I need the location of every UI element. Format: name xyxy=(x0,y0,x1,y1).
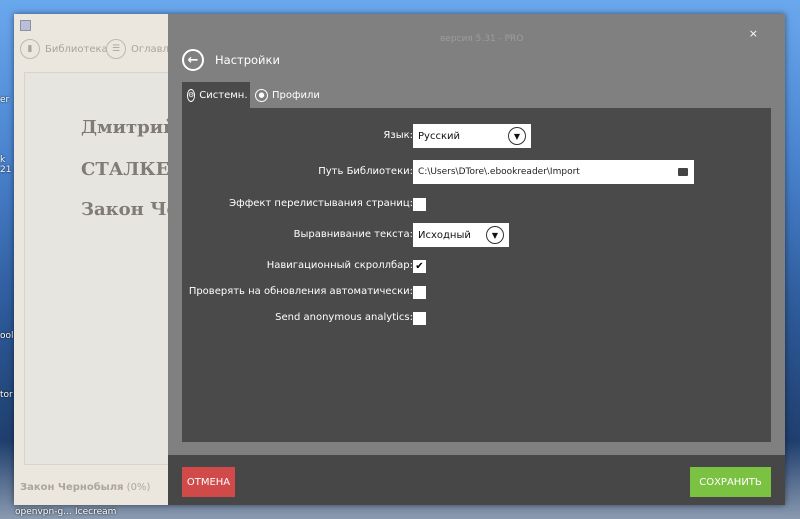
library-button[interactable]: ▮ Библиотека xyxy=(20,39,108,59)
reader-pane: ▮ Библиотека ☰ Оглавлен Дмитрий СТАЛКЕ Зак… xyxy=(14,14,182,505)
desktop-label: ool xyxy=(0,331,14,341)
library-path-input[interactable]: C:\Users\DTore\.ebookreader\Import xyxy=(413,160,694,184)
auto-update-checkbox[interactable] xyxy=(413,286,426,299)
analytics-label: Send anonymous analytics: xyxy=(275,312,413,323)
analytics-checkbox[interactable] xyxy=(413,312,426,325)
text-align-label: Выравнивание текста: xyxy=(293,229,413,240)
tab-system[interactable]: ⚙ Системн. xyxy=(182,82,250,108)
list-icon: ☰ xyxy=(106,39,126,59)
book-page[interactable]: Дмитрий СТАЛКЕ Закон Чер xyxy=(24,72,168,465)
book-icon: ▮ xyxy=(20,39,40,59)
app-icon xyxy=(20,20,31,31)
user-icon: ● xyxy=(255,88,268,102)
desktop-label: tor xyxy=(0,390,13,400)
desktop-label: 21 xyxy=(0,165,12,175)
library-path-value: C:\Users\DTore\.ebookreader\Import xyxy=(418,167,580,177)
tab-label: Системн. xyxy=(199,89,248,101)
text-align-value: Исходный xyxy=(418,229,471,241)
library-label: Библиотека xyxy=(45,43,108,55)
close-button[interactable]: × xyxy=(749,27,758,40)
chevron-down-icon: ▼ xyxy=(508,127,526,145)
tab-profiles[interactable]: ● Профили xyxy=(250,82,325,108)
desktop-icon-openvpn[interactable]: openvpn-g... xyxy=(15,507,72,517)
desktop-label: er xyxy=(0,95,10,105)
page-series: СТАЛКЕ xyxy=(81,159,168,180)
text-align-select[interactable]: Исходный ▼ xyxy=(413,223,509,247)
book-title: Закон Чернобыля xyxy=(20,482,124,493)
folder-icon[interactable] xyxy=(678,168,688,176)
nav-scrollbar-checkbox[interactable]: ✔ xyxy=(413,260,426,273)
desktop-icon-icecream[interactable]: Icecream xyxy=(75,507,116,517)
library-path-label: Путь Библиотеки: xyxy=(318,166,413,177)
dialog-footer: ОТМЕНА СОХРАНИТЬ xyxy=(168,455,785,505)
desktop-label: k xyxy=(0,155,6,165)
language-select[interactable]: Русский ▼ xyxy=(413,124,531,148)
tab-label: Профили xyxy=(272,89,320,101)
page-title: Закон Чер xyxy=(81,199,168,220)
cancel-button[interactable]: ОТМЕНА xyxy=(182,467,235,497)
auto-update-label: Проверять на обновления автоматически: xyxy=(188,286,413,297)
language-value: Русский xyxy=(418,130,460,142)
settings-dialog: версия 5.31 - PRO × ← Настройки ⚙ Системн… xyxy=(168,14,785,505)
language-label: Язык: xyxy=(383,130,413,141)
settings-panel: Язык: Русский ▼ Путь Библиотеки: C:\Users… xyxy=(182,108,771,442)
version-label: версия 5.31 - PRO xyxy=(440,34,524,44)
book-status: Закон Чернобыля (0%) xyxy=(20,482,150,493)
app-window: ▮ Библиотека ☰ Оглавлен Дмитрий СТАЛКЕ Зак… xyxy=(14,14,785,505)
page-flip-label: Эффект перелистывания страниц: xyxy=(229,198,413,209)
save-button[interactable]: СОХРАНИТЬ xyxy=(690,467,771,497)
page-author: Дмитрий xyxy=(81,117,168,138)
nav-scrollbar-label: Навигационный скроллбар: xyxy=(266,260,413,271)
gears-icon: ⚙ xyxy=(187,88,196,102)
book-progress: (0%) xyxy=(126,482,151,493)
page-flip-checkbox[interactable] xyxy=(413,198,426,211)
chevron-down-icon: ▼ xyxy=(486,226,504,244)
settings-title: Настройки xyxy=(215,53,280,67)
back-arrow-icon[interactable]: ← xyxy=(182,49,204,71)
